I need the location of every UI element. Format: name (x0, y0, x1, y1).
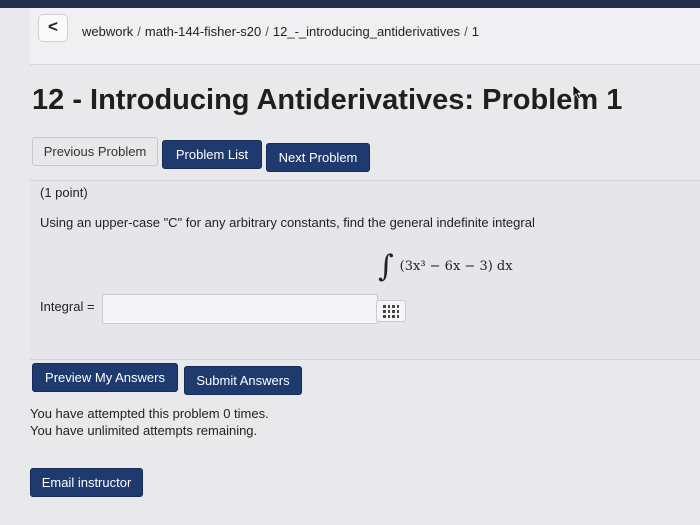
next-problem-button[interactable]: Next Problem (266, 143, 370, 172)
breadcrumb-item-course[interactable]: math-144-fisher-s20 (145, 24, 261, 39)
preview-answers-button[interactable]: Preview My Answers (32, 363, 178, 392)
integral-expression: ∫ (3x³ − 6x − 3) dx (378, 249, 513, 284)
integral-sign: ∫ (378, 249, 394, 284)
page-title: 12 - Introducing Antiderivatives: Proble… (32, 84, 623, 116)
breadcrumb-separator: / (265, 24, 269, 39)
problem-panel: (1 point) Using an upper-case "C" for an… (30, 180, 700, 360)
problem-points: (1 point) (40, 185, 88, 200)
cursor-icon (572, 84, 584, 100)
problem-list-button[interactable]: Problem List (162, 140, 262, 169)
submit-answers-button[interactable]: Submit Answers (184, 366, 302, 395)
previous-problem-button[interactable]: Previous Problem (32, 137, 158, 166)
breadcrumb: webwork / math-144-fisher-s20 / 12_-_introdu… (82, 24, 479, 39)
breadcrumb-item-set[interactable]: 12_-_introducing_antiderivatives (273, 24, 460, 39)
attempt-status: You have attempted this problem 0 times.… (30, 405, 269, 439)
matrix-grid-icon[interactable] (376, 300, 406, 322)
top-band (0, 0, 700, 8)
answer-input[interactable] (102, 294, 378, 324)
breadcrumb-item-webwork[interactable]: webwork (82, 24, 133, 39)
breadcrumb-item-problem: 1 (471, 24, 479, 39)
answer-label: Integral = (40, 299, 95, 314)
integrand: (3x³ − 6x − 3) dx (399, 259, 513, 274)
back-button[interactable]: < (38, 14, 68, 42)
remaining-text: You have unlimited attempts remaining. (30, 423, 258, 438)
breadcrumb-bar: < webwork / math-144-fisher-s20 / 12_-_intro… (30, 8, 700, 65)
attempted-text: You have attempted this problem 0 times. (30, 406, 269, 421)
email-instructor-button[interactable]: Email instructor (30, 468, 143, 497)
problem-prompt: Using an upper-case "C" for any arbitrar… (40, 215, 535, 230)
breadcrumb-separator: / (464, 24, 468, 39)
breadcrumb-separator: / (137, 24, 141, 39)
